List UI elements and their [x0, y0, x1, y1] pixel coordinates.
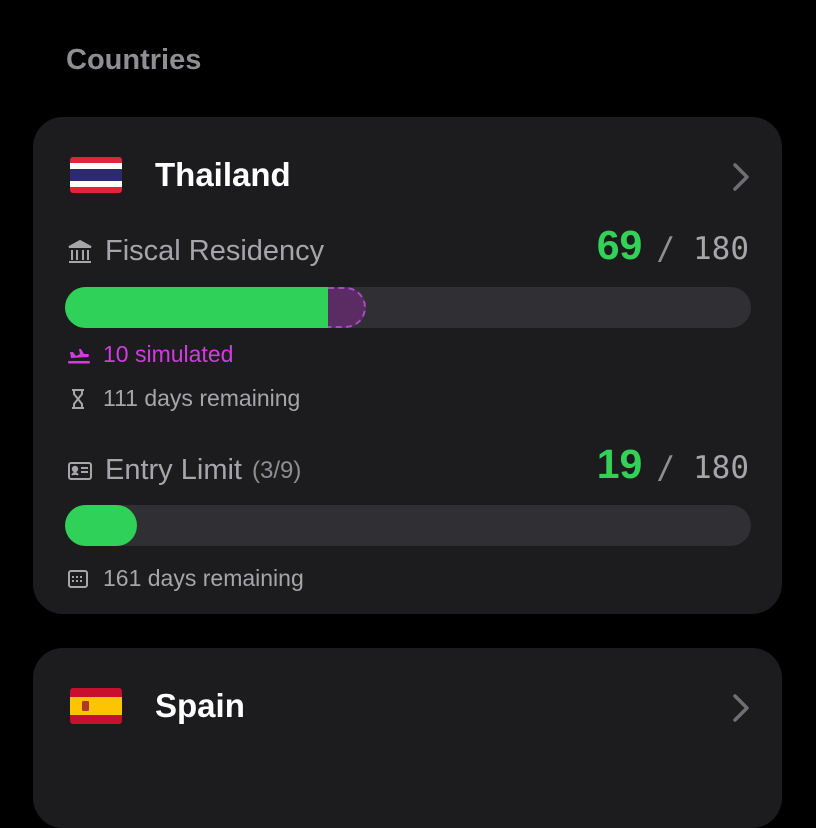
airplane-landing-icon [67, 344, 90, 366]
country-name: Spain [155, 687, 245, 724]
country-card-spain[interactable]: Spain [33, 648, 782, 828]
fiscal-remaining-text: 111 days remaining [103, 385, 301, 411]
id-card-icon [67, 458, 93, 484]
section-title: Countries [66, 44, 202, 76]
entry-limit-count: (3/9) [251, 456, 302, 484]
simulated-info: 10 simulated [67, 341, 233, 368]
fiscal-residency-text: Fiscal Residency [105, 235, 325, 267]
fiscal-days-count: 69 [596, 222, 643, 268]
country-name: Thailand [155, 156, 291, 193]
chevron-right-icon[interactable] [730, 162, 752, 192]
value-separator: / [656, 450, 675, 486]
entry-remaining-info: 161 days remaining [67, 565, 304, 592]
entry-limit-value: 19 / 180 [597, 441, 749, 488]
entry-days-max: 180 [693, 450, 749, 486]
country-card-thailand[interactable]: Thailand Fiscal Residency 69 / 180 10 si… [33, 117, 782, 614]
entry-remaining-text: 161 days remaining [103, 565, 304, 591]
entry-limit-label: Entry Limit (3/9) [67, 454, 301, 487]
simulated-text: 10 simulated [103, 341, 234, 367]
chevron-right-icon[interactable] [730, 693, 752, 723]
fiscal-simulated-segment [328, 287, 366, 328]
hourglass-icon [67, 388, 89, 410]
fiscal-days-max: 180 [693, 231, 749, 267]
entry-progress-bar [65, 505, 751, 546]
calendar-icon [67, 568, 89, 590]
entry-progress-fill [65, 505, 137, 546]
bank-icon [67, 239, 93, 265]
fiscal-remaining-info: 111 days remaining [67, 385, 300, 412]
entry-limit-text: Entry Limit [105, 454, 242, 486]
fiscal-progress-bar [65, 287, 751, 328]
entry-days-count: 19 [596, 441, 643, 487]
fiscal-residency-value: 69 / 180 [597, 222, 749, 269]
thailand-flag-icon [70, 157, 122, 193]
value-separator: / [656, 231, 675, 267]
spain-flag-icon [70, 688, 122, 724]
fiscal-progress-fill [65, 287, 328, 328]
fiscal-residency-label: Fiscal Residency [67, 235, 324, 268]
